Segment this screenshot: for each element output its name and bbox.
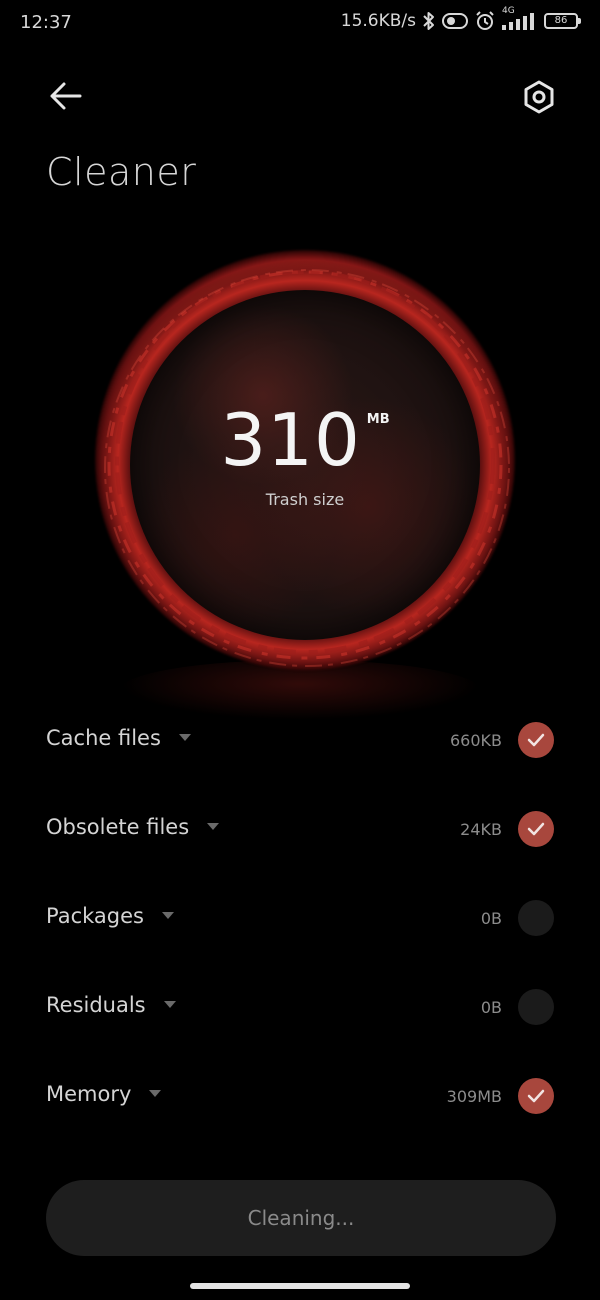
check-icon: [527, 822, 545, 836]
list-item-label: Cache files: [46, 726, 191, 750]
settings-button[interactable]: [516, 74, 562, 120]
page-title: Cleaner: [46, 150, 197, 194]
checkbox[interactable]: [518, 722, 554, 758]
status-bar: 12:37 15.6KB/s 4G 86: [0, 0, 600, 48]
checkbox[interactable]: [518, 900, 554, 936]
hexagon-gear-icon: [516, 80, 562, 124]
checkbox[interactable]: [518, 811, 554, 847]
list-item-cache-files[interactable]: Cache files 660KB: [0, 696, 600, 785]
list-item-size: 24KB: [460, 820, 502, 839]
check-icon: [527, 1089, 545, 1103]
list-item-label: Residuals: [46, 993, 176, 1017]
list-item-residuals[interactable]: Residuals 0B: [0, 963, 600, 1052]
trash-size-number: 310: [220, 398, 361, 482]
category-list: Cache files 660KB Obsolete files 24KB Pa…: [0, 696, 600, 1141]
checkbox[interactable]: [518, 989, 554, 1025]
list-item-label-text: Memory: [46, 1082, 132, 1106]
chevron-down-icon[interactable]: [163, 1000, 176, 1008]
list-item-size: 309MB: [446, 1087, 502, 1106]
list-item-obsolete-files[interactable]: Obsolete files 24KB: [0, 785, 600, 874]
list-item-packages[interactable]: Packages 0B: [0, 874, 600, 963]
alarm-icon: [474, 10, 496, 32]
network-speed: 15.6KB/s: [340, 11, 416, 31]
trash-size-unit: MB: [366, 412, 390, 427]
list-item-memory[interactable]: Memory 309MB: [0, 1052, 600, 1141]
back-button[interactable]: [40, 74, 92, 118]
home-indicator[interactable]: [190, 1283, 410, 1289]
chevron-down-icon[interactable]: [178, 733, 191, 741]
toggle-icon: [442, 12, 468, 30]
status-time: 12:37: [20, 12, 72, 33]
list-item-size: 0B: [480, 909, 502, 928]
list-item-label: Obsolete files: [46, 815, 220, 839]
list-item-label: Packages: [46, 904, 174, 928]
cleaning-button[interactable]: Cleaning...: [46, 1180, 556, 1256]
list-item-size: 660KB: [449, 731, 502, 750]
status-icons: 15.6KB/s 4G 86: [340, 6, 581, 32]
trash-orb: 310 MB Trash size: [95, 250, 515, 670]
list-item-size: 0B: [480, 998, 502, 1017]
battery-level: 86: [554, 15, 568, 26]
chevron-down-icon[interactable]: [149, 1089, 162, 1097]
checkbox[interactable]: [518, 1078, 554, 1114]
battery-icon: 86: [544, 13, 581, 29]
network-type: 4G: [502, 6, 515, 16]
list-item-label-text: Obsolete files: [46, 815, 190, 839]
check-icon: [527, 733, 545, 747]
bluetooth-icon: [422, 11, 436, 31]
list-item-label-text: Packages: [46, 904, 144, 928]
list-item-label-text: Cache files: [46, 726, 161, 750]
list-item-label-text: Residuals: [46, 993, 146, 1017]
list-item-label: Memory: [46, 1082, 162, 1106]
arrow-left-icon: [40, 82, 92, 122]
chevron-down-icon[interactable]: [162, 911, 174, 919]
trash-size-caption: Trash size: [265, 490, 345, 509]
chevron-down-icon[interactable]: [207, 822, 220, 830]
trash-size-value: 310 MB: [95, 400, 515, 480]
cleaning-button-label: Cleaning...: [247, 1206, 355, 1230]
signal-icon: 4G: [502, 6, 538, 30]
